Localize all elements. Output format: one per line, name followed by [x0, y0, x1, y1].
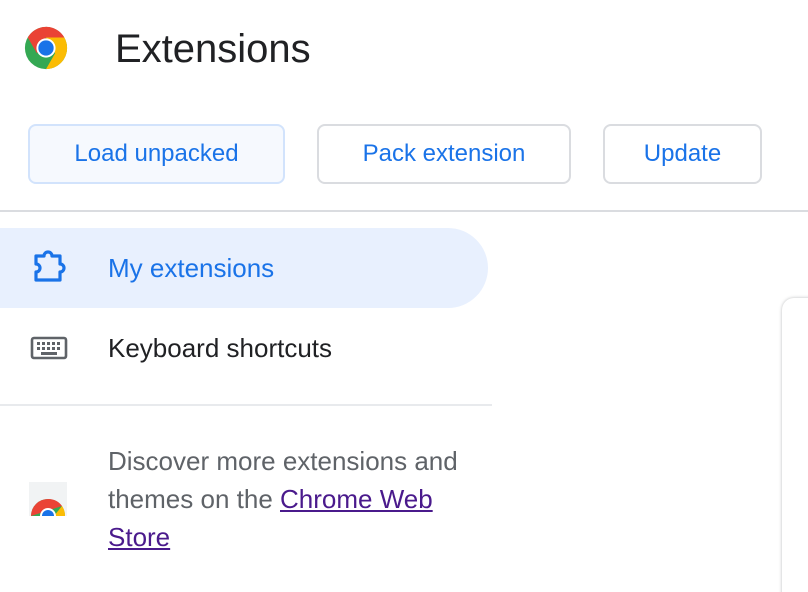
pack-extension-button[interactable]: Pack extension: [317, 124, 571, 184]
update-button[interactable]: Update: [603, 124, 762, 184]
extension-card-edge: [782, 298, 808, 592]
puzzle-piece-icon: [34, 250, 66, 282]
sidebar-divider: [0, 404, 492, 406]
sidebar-item-my-extensions[interactable]: My extensions: [0, 228, 488, 308]
load-unpacked-button[interactable]: Load unpacked: [28, 124, 285, 184]
sidebar-item-label: Keyboard shortcuts: [108, 333, 333, 363]
page-header: Extensions: [0, 0, 808, 100]
chrome-web-store-icon: [29, 482, 67, 516]
chrome-logo-icon: [24, 26, 68, 70]
toolbar-divider: [0, 210, 808, 212]
extensions-page: Extensions Load unpacked Pack extension …: [0, 0, 808, 592]
sidebar-item-label: My extensions: [108, 253, 275, 283]
developer-toolbar: Load unpacked Pack extension Update: [0, 124, 808, 188]
web-store-promo: Discover more extensions and themes on t…: [108, 442, 478, 556]
keyboard-icon: [30, 336, 68, 360]
page-title: Extensions: [115, 27, 311, 71]
sidebar-item-keyboard-shortcuts[interactable]: Keyboard shortcuts: [0, 308, 488, 388]
